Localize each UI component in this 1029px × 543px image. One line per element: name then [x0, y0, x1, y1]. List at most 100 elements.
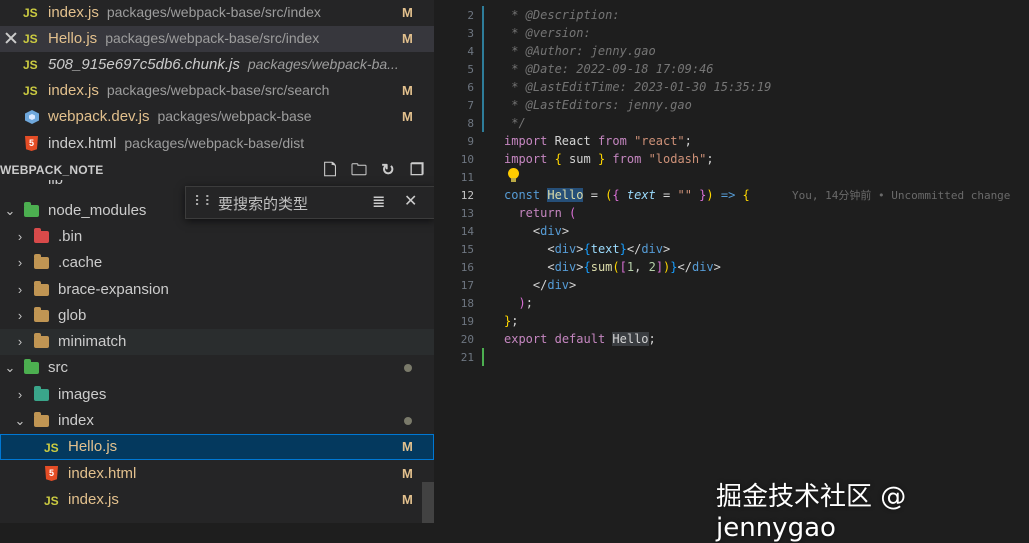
line-number: 4 [467, 45, 474, 58]
code-line: */ [504, 116, 526, 130]
tree-item-label: glob [58, 307, 87, 324]
open-editor-item[interactable]: JS index.js packages/webpack-base/src/ind… [0, 0, 434, 26]
scrollbar-thumb[interactable] [422, 482, 434, 523]
open-editor-label: index.js packages/webpack-base/src/index [48, 4, 321, 21]
new-file-icon[interactable]: 🗋 [321, 162, 339, 180]
code-line: export default Hello; [504, 332, 656, 346]
filter-widget: ⠇⠇ 要搜索的类型 ≣ ✕ [185, 186, 434, 219]
code-line: <div> [504, 224, 570, 238]
close-icon[interactable] [4, 31, 18, 45]
open-editor-item-active[interactable]: JS Hello.js packages/webpack-base/src/ind… [0, 26, 434, 52]
js-file-icon: JS [23, 32, 38, 46]
js-file-icon: JS [23, 6, 38, 20]
explorer-header: WEBPACK_NOTE 🗋 🗀 ↻ ❐ [0, 160, 434, 182]
tree-item-brace-expansion[interactable]: › brace-expansion [0, 277, 434, 303]
code-line: return ( [518, 206, 577, 220]
open-editor-label: webpack.dev.js packages/webpack-base [48, 108, 312, 125]
filter-placeholder[interactable]: 要搜索的类型 [218, 193, 308, 214]
tree-item-label: .cache [58, 254, 103, 271]
code-line: * @Description: [504, 8, 620, 22]
code-line: * @Author: jenny.gao [504, 44, 656, 58]
tree-item-label: src [48, 359, 68, 376]
filter-icon[interactable]: ≣ [372, 192, 385, 212]
line-number: 21 [460, 351, 474, 364]
folder-icon [34, 281, 49, 296]
code-line: * @LastEditTime: 2023-01-30 15:35:19 [504, 80, 772, 94]
line-number: 11 [460, 171, 474, 184]
folder-icon [34, 412, 49, 427]
tree-item-label: .bin [58, 228, 83, 245]
line-number: 10 [460, 153, 474, 166]
open-editor-item[interactable]: webpack.dev.js packages/webpack-base M [0, 104, 434, 130]
code-line: ); [518, 296, 533, 310]
line-number: 3 [467, 27, 474, 40]
new-folder-icon[interactable]: 🗀 [350, 162, 368, 180]
code-line: import React from "react"; [504, 134, 692, 148]
git-blame-annotation: You, 14分钟前 • Uncommitted change [792, 189, 1011, 202]
lightbulb-icon[interactable] [508, 168, 519, 182]
tree-item-cache[interactable]: › .cache [0, 250, 434, 276]
line-number: 20 [460, 333, 474, 346]
code-editor[interactable]: 2 3 4 5 6 7 8 9 10 11 12 13 14 15 16 17 18 19 20 21 * @Desc… [434, 0, 1029, 523]
modified-badge: M [402, 83, 413, 98]
tree-item-label: brace-expansion [58, 281, 169, 298]
line-number: 14 [460, 225, 474, 238]
line-number: 8 [467, 117, 474, 130]
open-editor-item[interactable]: JS index.js packages/webpack-base/src/sea… [0, 78, 434, 104]
line-number: 9 [467, 135, 474, 148]
line-number: 13 [460, 207, 474, 220]
chevron-right-icon: › [17, 387, 23, 402]
chevron-right-icon: › [17, 255, 23, 270]
code-line: * @LastEditors: jenny.gao [504, 98, 692, 112]
code-line: const Hello = ({ text = "" }) => { [504, 188, 750, 202]
code-line: * @Date: 2022-09-18 17:09:46 [504, 62, 714, 76]
line-number: 5 [467, 63, 474, 76]
chevron-right-icon: › [17, 282, 23, 297]
open-editor-item[interactable]: 5 index.html packages/webpack-base/dist [0, 131, 434, 157]
explorer-title: WEBPACK_NOTE [0, 163, 104, 177]
tree-item-label: index [58, 412, 94, 429]
folder-icon [34, 228, 49, 243]
tree-item-label: Hello.js [68, 438, 118, 455]
js-file-icon: JS [44, 441, 59, 455]
tree-item-images[interactable]: › images [0, 382, 434, 408]
tree-item-index-html[interactable]: 5 index.html M [0, 461, 434, 487]
code-line: </div> [504, 278, 577, 292]
chevron-right-icon: › [17, 229, 23, 244]
js-file-icon: JS [44, 494, 59, 508]
tree-item-bin[interactable]: › .bin [0, 224, 434, 250]
tree-item-index-js[interactable]: JS index.js M [0, 487, 434, 513]
collapse-all-icon[interactable]: ❐ [408, 162, 426, 180]
line-number: 18 [460, 297, 474, 310]
sidebar: JS index.js packages/webpack-base/src/ind… [0, 0, 434, 523]
chevron-down-icon: ⌄ [14, 413, 26, 428]
drag-handle-icon[interactable]: ⠇⠇ [194, 193, 215, 210]
html5-icon: 5 [45, 466, 58, 481]
open-editor-label: index.js packages/webpack-base/src/search [48, 82, 330, 99]
chevron-right-icon: › [17, 308, 23, 323]
tree-item-glob[interactable]: › glob [0, 303, 434, 329]
code-line: import { sum } from "lodash"; [504, 152, 714, 166]
html5-icon: 5 [25, 136, 38, 151]
chevron-down-icon: ⌄ [4, 360, 16, 375]
line-number: 16 [460, 261, 474, 274]
modified-badge: M [402, 5, 413, 20]
tree-item-label: minimatch [58, 333, 127, 350]
modified-dot-icon [404, 417, 412, 425]
tree-item-label: node_modules [48, 202, 147, 219]
folder-icon [34, 307, 49, 322]
folder-icon [34, 254, 49, 269]
code-line: }; [504, 314, 519, 328]
tree-item-hello-js[interactable]: JS Hello.js M [0, 434, 434, 460]
refresh-icon[interactable]: ↻ [379, 162, 397, 180]
tree-item-minimatch[interactable]: › minimatch [0, 329, 434, 355]
close-icon[interactable]: ✕ [404, 191, 417, 211]
line-number: 6 [467, 81, 474, 94]
chevron-right-icon: › [17, 334, 23, 349]
open-editor-item[interactable]: JS 508_915e697c5db6.chunk.js packages/web… [0, 52, 434, 78]
tree-item-label: lib [48, 180, 63, 188]
git-modified-gutter [482, 6, 484, 132]
tree-item-src[interactable]: ⌄ src [0, 355, 434, 381]
tree-item-index[interactable]: ⌄ index [0, 408, 434, 434]
folder-icon [24, 359, 39, 374]
